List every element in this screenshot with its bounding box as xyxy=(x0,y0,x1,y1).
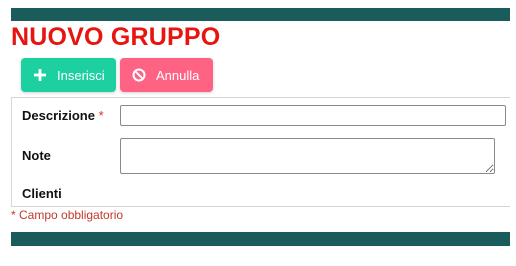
note-textarea[interactable] xyxy=(120,138,495,174)
cancel-button-label: Annulla xyxy=(156,67,200,83)
description-label: Descrizione * xyxy=(22,108,104,123)
cancel-button[interactable]: Annulla xyxy=(120,58,213,92)
insert-button[interactable]: Inserisci xyxy=(21,58,116,92)
note-label: Note xyxy=(22,148,51,163)
header-bar xyxy=(11,8,510,21)
plus-icon xyxy=(33,68,47,82)
clients-label: Clienti xyxy=(22,186,62,201)
insert-button-label: Inserisci xyxy=(57,67,105,83)
required-field-note: * Campo obbligatorio xyxy=(11,208,124,222)
required-marker: * xyxy=(98,108,104,123)
page-title: NUOVO GRUPPO xyxy=(11,23,221,51)
ban-icon xyxy=(132,68,146,82)
description-input[interactable] xyxy=(120,105,506,126)
footer-bar xyxy=(11,232,510,246)
group-form: Descrizione * Note Clienti xyxy=(11,97,510,207)
